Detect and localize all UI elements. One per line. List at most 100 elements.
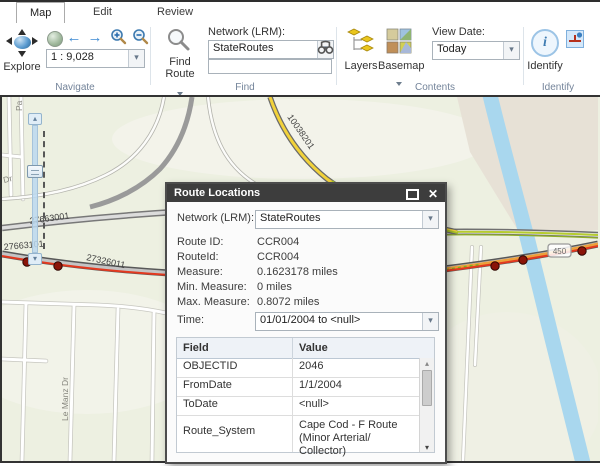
- network-lrm-value: StateRoutes: [213, 41, 316, 56]
- network-lrm-label: Network (LRM):: [208, 26, 308, 38]
- network-lrm-combo[interactable]: StateRoutes ▾: [208, 40, 334, 59]
- identify-route-icon: [567, 31, 583, 47]
- table-row[interactable]: OBJECTID 2046: [177, 358, 419, 378]
- field-value: 0 miles: [257, 281, 292, 293]
- find-route-label-line1: Find: [158, 56, 202, 68]
- find-route-magnifier-icon: [166, 27, 192, 53]
- explore-button[interactable]: [6, 29, 38, 57]
- layers-label: Layers: [340, 60, 382, 72]
- tab-review[interactable]: Review: [144, 2, 206, 22]
- time-value: 01/01/2004 to <null>: [260, 313, 421, 328]
- ribbon: Map Edit Review Explore ← →: [0, 0, 600, 95]
- table-row[interactable]: FromDate 1/1/2004: [177, 377, 419, 397]
- zoom-slider-up-button[interactable]: ▴: [28, 113, 42, 125]
- dialog-network-value: StateRoutes: [260, 211, 421, 226]
- tab-edit-label: Edit: [93, 6, 112, 18]
- time-combo[interactable]: 01/01/2004 to <null> ▾: [255, 312, 439, 331]
- tab-edit[interactable]: Edit: [80, 2, 125, 22]
- view-date-value: Today: [437, 42, 502, 57]
- field-label: Min. Measure:: [177, 281, 247, 293]
- street-label-le-manz-dr: Le Manz Dr: [60, 377, 70, 421]
- route-locations-dialog: Route Locations ✕ Network (LRM): StateRo…: [165, 182, 447, 464]
- chevron-down-icon[interactable]: ▾: [128, 50, 144, 67]
- full-extent-globe-icon[interactable]: [47, 31, 63, 47]
- table-header-row: Field Value: [177, 338, 434, 359]
- dialog-title: Route Locations: [174, 187, 260, 199]
- field-label: Max. Measure:: [177, 296, 250, 308]
- scrollbar-thumb[interactable]: [422, 370, 432, 406]
- map-scale-combo[interactable]: 1 : 9,028 ▾: [46, 49, 145, 68]
- field-value: CCR004: [257, 236, 299, 248]
- table-cell-field: ToDate: [177, 396, 293, 415]
- identify-route-locations-button[interactable]: [566, 30, 584, 48]
- shield-label: 450: [553, 247, 567, 256]
- zoom-slider-down-button[interactable]: ▾: [28, 253, 42, 265]
- chevron-down-icon[interactable]: ▾: [503, 42, 519, 59]
- scroll-down-icon[interactable]: ▾: [420, 443, 434, 452]
- table-cell-field: OBJECTID: [177, 358, 293, 377]
- basemap-button[interactable]: [386, 28, 412, 59]
- group-separator: [150, 27, 151, 85]
- layers-button[interactable]: [347, 28, 375, 61]
- group-label-navigate: Navigate: [20, 82, 130, 93]
- dialog-network-combo[interactable]: StateRoutes ▾: [255, 210, 439, 229]
- basemap-label: Basemap: [378, 60, 420, 72]
- table-cell-value: 2046: [293, 358, 419, 373]
- tab-review-label: Review: [157, 6, 193, 18]
- scroll-up-icon[interactable]: ▴: [420, 359, 434, 368]
- close-icon[interactable]: ✕: [428, 185, 438, 203]
- time-label: Time:: [177, 314, 204, 326]
- basemap-tiles-icon: [386, 28, 412, 54]
- table-scrollbar[interactable]: ▴ ▾: [419, 358, 434, 452]
- identify-i-icon: i: [543, 35, 547, 50]
- group-separator: [523, 27, 524, 85]
- route-shield: 450: [548, 244, 571, 257]
- previous-extent-button[interactable]: ←: [65, 29, 83, 47]
- chevron-down-icon[interactable]: ▾: [422, 313, 438, 330]
- group-label-find: Find: [170, 82, 320, 93]
- layers-toc-icon: [347, 28, 375, 56]
- view-date-label: View Date:: [432, 26, 522, 38]
- arrow-right-icon: →: [88, 29, 103, 46]
- explore-label: Explore: [0, 61, 44, 73]
- chevron-down-icon[interactable]: ▾: [422, 211, 438, 228]
- dialog-network-label: Network (LRM):: [177, 212, 254, 224]
- arrow-left-icon: ←: [67, 29, 82, 46]
- table-cell-field: Route_System: [177, 415, 293, 452]
- zoom-out-button[interactable]: [131, 28, 149, 46]
- maximize-icon[interactable]: [406, 189, 419, 200]
- zoom-slider-track[interactable]: [32, 125, 38, 253]
- attributes-table: Field Value OBJECTID 2046 FromDate 1/1/2…: [176, 337, 435, 453]
- street-label-pa: Pa: [14, 100, 24, 111]
- field-value: 0.1623178 miles: [257, 266, 338, 278]
- route-id-input[interactable]: [208, 59, 332, 74]
- identify-button[interactable]: i: [531, 29, 559, 57]
- table-row[interactable]: Route_System Cape Cod - F Route (Minor A…: [177, 415, 419, 452]
- group-label-contents: Contents: [360, 82, 510, 93]
- tab-map[interactable]: Map: [16, 2, 65, 23]
- table-cell-value: 1/1/2004: [293, 377, 419, 392]
- table-cell-value: Cape Cod - F Route (Minor Arterial/ Coll…: [293, 415, 419, 458]
- next-extent-button[interactable]: →: [86, 29, 104, 47]
- view-date-combo[interactable]: Today ▾: [432, 41, 520, 60]
- zoom-in-button[interactable]: [109, 28, 127, 46]
- dialog-title-bar[interactable]: Route Locations ✕: [167, 184, 445, 202]
- field-label: RouteId:: [177, 251, 219, 263]
- explore-icon: [18, 29, 26, 35]
- find-binoculars-button[interactable]: [317, 39, 334, 60]
- ribbon-body: Explore ← → 1 : 9,028 ▾ Navigate: [0, 23, 600, 95]
- zoom-slider-handle[interactable]: [27, 165, 43, 178]
- table-cell-value: <null>: [293, 396, 419, 411]
- zoom-slider-ticks: [43, 131, 45, 249]
- field-value: CCR004: [257, 251, 299, 263]
- field-value: 0.8072 miles: [257, 296, 319, 308]
- table-cell-field: FromDate: [177, 377, 293, 396]
- find-route-button[interactable]: [166, 27, 192, 58]
- table-row[interactable]: ToDate <null>: [177, 396, 419, 416]
- zoom-out-icon: [132, 28, 149, 45]
- table-header-value: Value: [293, 338, 419, 358]
- field-label: Route ID:: [177, 236, 223, 248]
- identify-label: Identify: [522, 60, 568, 72]
- field-label: Measure:: [177, 266, 223, 278]
- tab-map-label: Map: [30, 7, 51, 19]
